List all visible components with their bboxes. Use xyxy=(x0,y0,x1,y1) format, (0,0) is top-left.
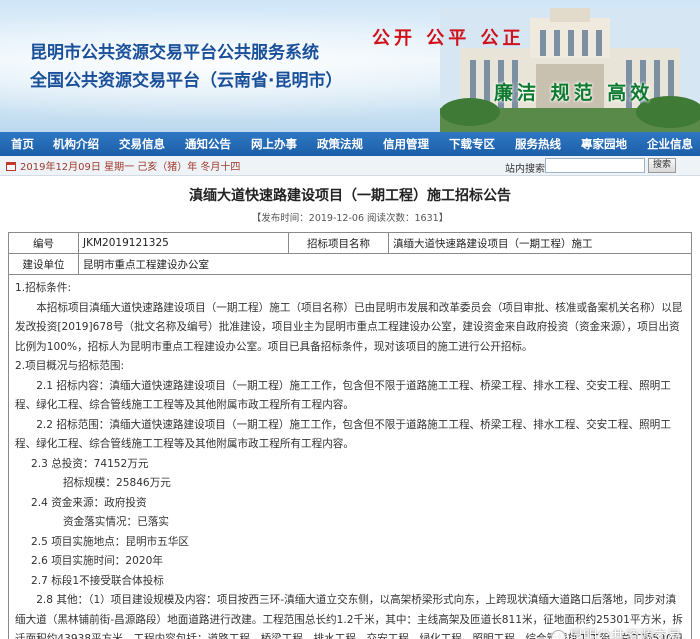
search-label: 站内搜索 xyxy=(505,164,545,175)
paragraph: 本招标项目滇缅大道快速路建设项目（一期工程）施工（项目名称）已由昆明市发展和改革… xyxy=(15,301,683,353)
list-item: 2.3 总投资：74152万元 xyxy=(31,457,149,470)
article-title: 滇缅大道快速路建设项目（一期工程）施工招标公告 xyxy=(189,188,511,204)
paragraph: 2.2 招标范围：滇缅大道快速路建设项目（一期工程）施工工作，包含但不限于道路施… xyxy=(15,418,671,451)
article-meta: 【发布时间：2019-12-06 阅读次数：1631】 xyxy=(251,213,449,224)
list-item: 2.4 资金来源：政府投资 xyxy=(31,496,147,509)
project-info-table: 编号 JKM2019121325 招标项目名称 滇缅大道快速路建设项目（一期工程… xyxy=(8,232,692,275)
project-name-label: 招标项目名称 xyxy=(288,232,389,254)
nav-notices[interactable]: 通知公告 xyxy=(177,132,239,156)
section-heading: 1.招标条件: xyxy=(15,282,72,294)
slogan-integrity: 廉洁 规范 高效 xyxy=(494,82,654,104)
site-subtitle: 全国公共资源交易平台（云南省·昆明市） xyxy=(30,71,343,91)
nav-experts[interactable]: 專家园地 xyxy=(573,132,635,156)
current-date: 2019年12月09日 星期一 己亥（猪）年 冬月十四 xyxy=(20,162,241,173)
nav-policies[interactable]: 政策法规 xyxy=(309,132,371,156)
list-item: 资金落实情况：已落实 xyxy=(63,516,169,528)
search-input[interactable] xyxy=(545,158,645,173)
watermark-text: 昆明公共资源交易 xyxy=(569,628,681,639)
site-title: 昆明市公共资源交易平台公共服务系统 xyxy=(30,43,319,63)
slogan-fairness: 公开 公平 公正 xyxy=(372,28,525,49)
search-button[interactable]: 搜索 xyxy=(648,158,676,173)
watermark: 昆明公共资源交易 xyxy=(551,628,681,639)
code-value: JKM2019121325 xyxy=(78,232,289,254)
paragraph: 2.1 招标内容：滇缅大道快速路建设项目（一期工程）施工工作，包含但不限于道路施… xyxy=(15,379,671,412)
list-item: 招标规模：25846万元 xyxy=(63,477,171,489)
nav-hotline[interactable]: 服务热线 xyxy=(507,132,569,156)
list-item: 2.6 项目实施时间：2020年 xyxy=(31,555,163,567)
calendar-icon xyxy=(6,161,16,171)
wechat-icon xyxy=(551,629,566,639)
list-item: 2.7 标段1不接受联合体投标 xyxy=(31,574,164,587)
nav-home[interactable]: 首页 xyxy=(4,132,41,156)
table-row: 建设单位 昆明市重点工程建设办公室 xyxy=(8,253,692,275)
nav-online-services[interactable]: 网上办事 xyxy=(243,132,305,156)
main-nav: 首页 机构介绍 交易信息 通知公告 网上办事 政策法规 信用管理 下载专区 服务… xyxy=(0,132,700,156)
list-item: 2.5 项目实施地点：昆明市五华区 xyxy=(31,535,189,548)
nav-enterprise[interactable]: 企业信息 xyxy=(639,132,700,156)
unit-value: 昆明市重点工程建设办公室 xyxy=(78,253,692,275)
nav-trade-info[interactable]: 交易信息 xyxy=(111,132,173,156)
project-name-value: 滇缅大道快速路建设项目（一期工程）施工 xyxy=(388,232,692,254)
nav-about[interactable]: 机构介绍 xyxy=(45,132,107,156)
unit-label: 建设单位 xyxy=(8,253,79,275)
date-search-bar: 2019年12月09日 星期一 己亥（猪）年 冬月十四 站内搜索 搜索 xyxy=(0,156,700,176)
code-label: 编号 xyxy=(8,232,79,254)
section-heading: 2.项目概况与招标范围: xyxy=(15,360,125,372)
table-row: 编号 JKM2019121325 招标项目名称 滇缅大道快速路建设项目（一期工程… xyxy=(8,232,692,254)
nav-credit[interactable]: 信用管理 xyxy=(375,132,437,156)
article-body: 1.招标条件: 本招标项目滇缅大道快速路建设项目（一期工程）施工（项目名称）已由… xyxy=(8,275,692,639)
header-banner: 昆明市公共资源交易平台公共服务系统 全国公共资源交易平台（云南省·昆明市） 公开… xyxy=(0,0,700,132)
nav-downloads[interactable]: 下载专区 xyxy=(441,132,503,156)
